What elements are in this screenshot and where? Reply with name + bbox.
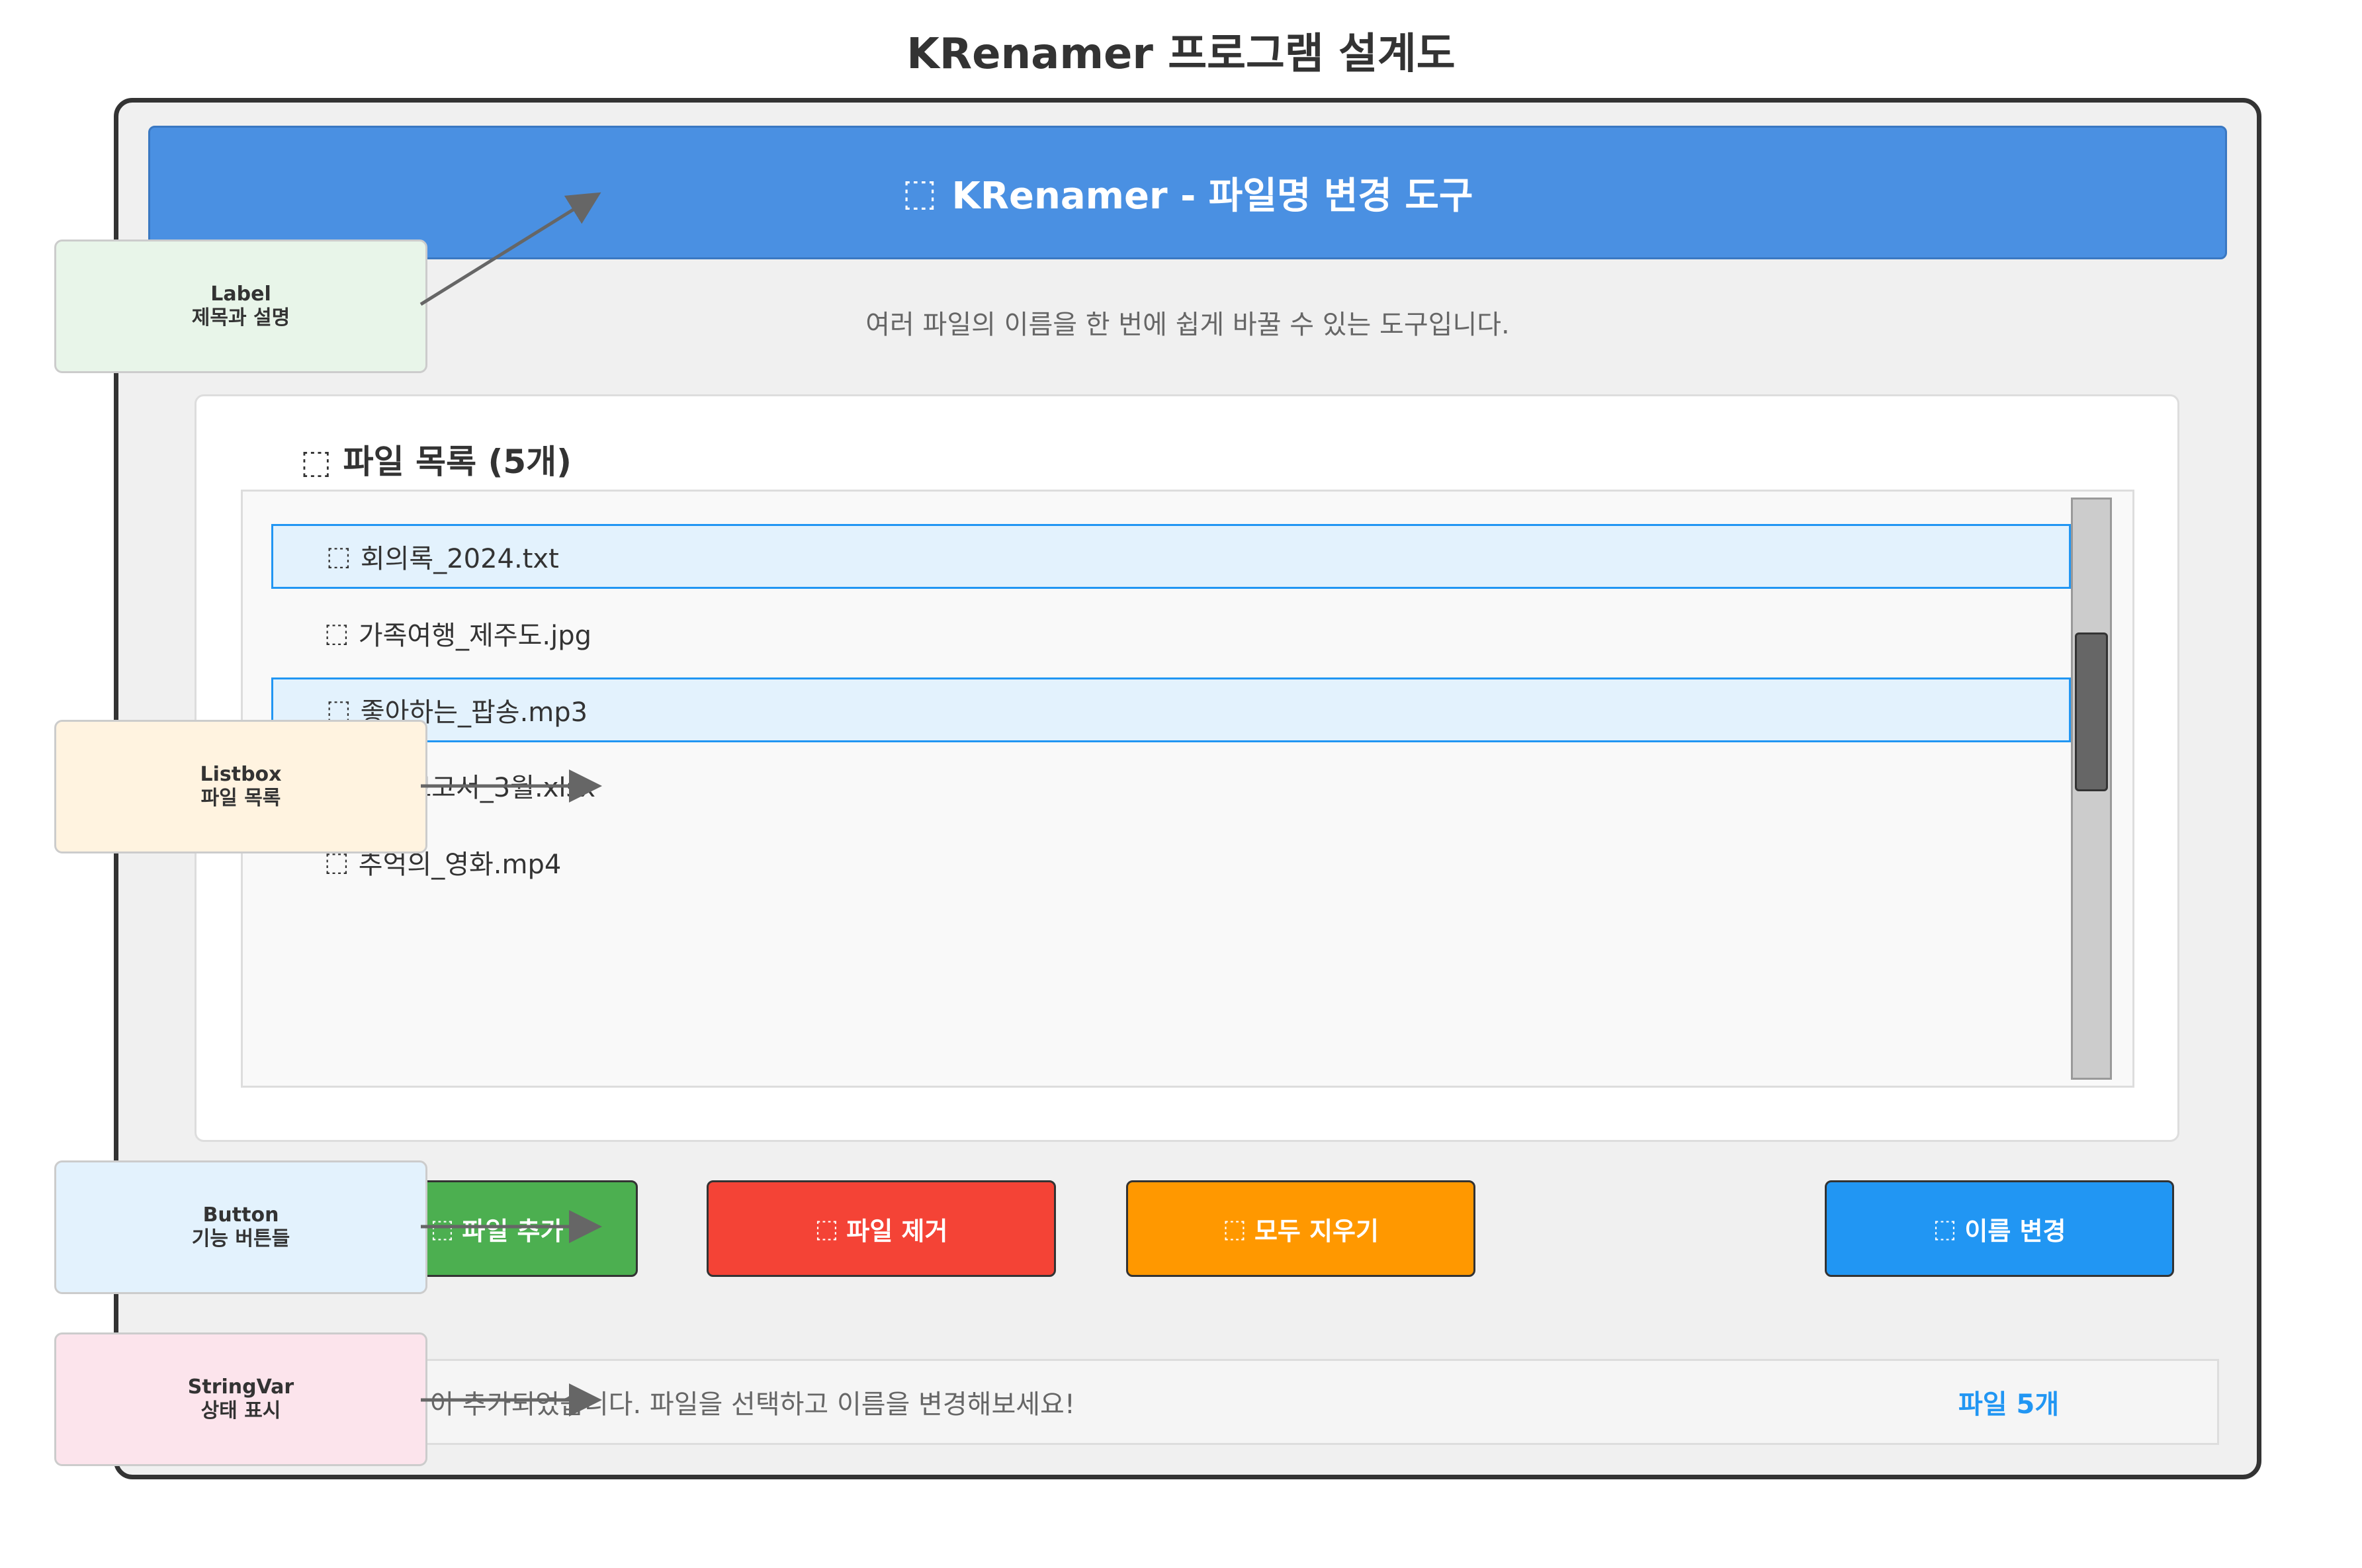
list-item-label: 가족여행_제주도.jpg (358, 621, 592, 651)
clear-all-button-label: 모두 지우기 (1254, 1216, 1379, 1246)
diagram-title: KRenamer 프로그램 설계도 (906, 30, 1456, 79)
callout-label-name: Label (210, 283, 271, 306)
rename-button[interactable]: ⬚ 이름 변경 (1825, 1180, 2174, 1277)
file-list-title-text: 파일 목록 (5개) (343, 443, 572, 481)
clear-all-icon: ⬚ (1223, 1214, 1247, 1243)
rename-icon: ⬚ (1933, 1214, 1957, 1243)
add-file-icon: ⬚ (430, 1214, 455, 1243)
clear-all-button[interactable]: ⬚ 모두 지우기 (1126, 1180, 1475, 1277)
app-subtitle: 여러 파일의 이름을 한 번에 쉽게 바꿀 수 있는 도구입니다. (865, 310, 1510, 340)
callout-button: Button 기능 버튼들 (54, 1160, 427, 1294)
list-item[interactable]: ⬚ 좋아하는_팝송.mp3 (271, 677, 2071, 742)
callout-listbox: Listbox 파일 목록 (54, 720, 427, 853)
list-item-label: 회의록_2024.txt (360, 544, 559, 574)
callout-button-desc: 기능 버튼들 (191, 1227, 290, 1250)
scrollbar-thumb[interactable] (2075, 632, 2108, 791)
status-file-count: 파일 5개 (1958, 1389, 2060, 1420)
list-item[interactable]: ⬚ 추억의_영화.mp4 (271, 830, 2071, 894)
callout-stringvar-desc: 상태 표시 (200, 1399, 281, 1422)
file-list-title: ⬚ 파일 목록 (5개) (300, 435, 572, 483)
callout-label-desc: 제목과 설명 (191, 306, 290, 329)
folder-icon: ⬚ (300, 443, 332, 481)
callout-listbox-desc: 파일 목록 (200, 787, 281, 810)
rename-button-label: 이름 변경 (1964, 1216, 2066, 1246)
app-header-bar: ⬚ KRenamer - 파일명 변경 도구 (148, 126, 2227, 259)
list-item[interactable]: ⬚ 회의록_2024.txt (271, 524, 2071, 589)
callout-button-name: Button (202, 1203, 279, 1227)
remove-file-button[interactable]: ⬚ 파일 제거 (707, 1180, 1056, 1277)
remove-file-icon: ⬚ (814, 1214, 839, 1243)
file-icon: ⬚ (324, 618, 349, 648)
callout-label: Label 제목과 설명 (54, 240, 427, 373)
app-header-title: KRenamer - 파일명 변경 도구 (951, 174, 1473, 218)
remove-file-button-label: 파일 제거 (846, 1216, 948, 1246)
add-file-button-label: 파일 추가 (462, 1216, 564, 1246)
callout-stringvar: StringVar 상태 표시 (54, 1332, 427, 1466)
app-icon: ⬚ (902, 171, 938, 214)
callout-listbox-name: Listbox (200, 763, 282, 786)
list-item[interactable]: ⬚ 가족여행_제주도.jpg (271, 601, 2071, 666)
callout-stringvar-name: StringVar (187, 1375, 294, 1399)
file-icon: ⬚ (326, 541, 351, 572)
list-item[interactable]: ⬚ 월간보고서_3월.xlsx (271, 753, 2071, 818)
